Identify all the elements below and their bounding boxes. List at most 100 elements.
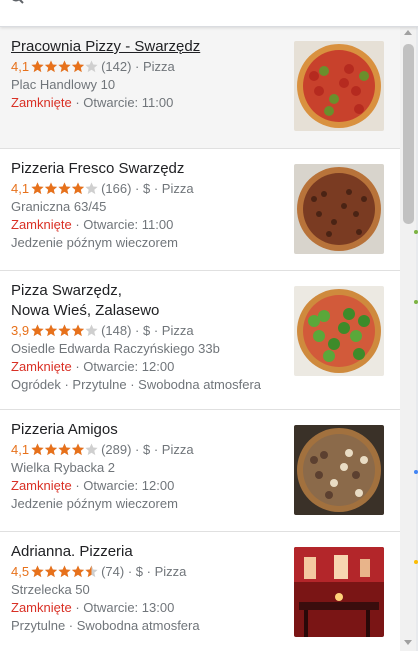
pizza-photo	[294, 286, 384, 376]
rating-line: 3,9 (148) · $ · Pizza	[11, 322, 281, 340]
scrollbar-thumb[interactable]	[403, 44, 414, 224]
amenities: Jedzenie późnym wieczorem	[11, 496, 178, 511]
rating-value: 4,1	[11, 442, 30, 457]
separator-dot: ·	[124, 564, 136, 579]
result-name[interactable]: Adrianna. Pizzeria	[11, 542, 281, 562]
price-level: $	[135, 564, 143, 579]
star-icon	[85, 60, 98, 73]
star-icon	[44, 324, 58, 337]
search-icon[interactable]	[10, 0, 24, 4]
pizza-photo	[294, 41, 384, 131]
star-icon	[44, 565, 58, 578]
result-name[interactable]: Pizzeria Fresco Swarzędz	[11, 159, 281, 179]
hours-line: Zamknięte · Otwarcie: 11:00	[11, 216, 281, 234]
result-name-line: Pizza Swarzędz,	[11, 282, 122, 299]
results-list[interactable]: Pracownia Pizzy - Swarzędz 4,1 (142) · Piz…	[0, 27, 400, 651]
star-icon	[58, 182, 71, 195]
category: Pizza	[154, 564, 187, 579]
result-thumbnail[interactable]	[294, 164, 384, 254]
rating-line: 4,1 (142) · Pizza	[11, 58, 281, 76]
separator-dot: ·	[131, 323, 143, 338]
hours-line: Zamknięte · Otwarcie: 12:00	[11, 477, 281, 495]
result-item[interactable]: Pizza Swarzędz, Nowa Wieś, Zalasewo 3,9 (14…	[0, 271, 400, 410]
star-icon	[85, 182, 98, 195]
result-item[interactable]: Pracownia Pizzy - Swarzędz 4,1 (142) · Piz…	[0, 27, 400, 149]
opening-time: Otwarcie: 12:00	[83, 359, 175, 374]
star-rating-icon	[31, 565, 98, 578]
scroll-up-arrow-icon[interactable]	[404, 30, 412, 35]
rating-line: 4,1 (289) · $ · Pizza	[11, 441, 281, 459]
result-thumbnail[interactable]	[294, 547, 384, 637]
separator-dot: ·	[71, 217, 84, 232]
open-status: Zamknięte	[11, 600, 72, 615]
map-marker	[414, 560, 418, 564]
star-icon	[31, 324, 44, 337]
result-name-line: Pizzeria Fresco Swarzędz	[11, 160, 185, 177]
result-thumbnail[interactable]	[294, 41, 384, 131]
address: Wielka Rybacka 2	[11, 460, 116, 475]
address: Plac Handlowy 10	[11, 77, 116, 92]
map-marker	[414, 300, 418, 304]
separator-dot: ·	[143, 564, 155, 579]
separator-dot: ·	[71, 359, 84, 374]
review-count: (142)	[101, 59, 132, 74]
star-icon	[31, 182, 44, 195]
restaurant-interior-photo	[294, 547, 384, 637]
amenities: Ogródek · Przytulne · Swobodna atmosfera	[11, 377, 262, 392]
result-text: Pracownia Pizzy - Swarzędz 4,1 (142) · Piz…	[11, 37, 281, 112]
address: Osiedle Edwarda Raczyńskiego 33b	[11, 341, 220, 356]
star-icon	[44, 60, 58, 73]
result-name[interactable]: Pizza Swarzędz, Nowa Wieś, Zalasewo	[11, 281, 281, 321]
star-icon	[71, 324, 85, 337]
result-item[interactable]: Pizzeria Amigos 4,1 (289) · $ · Pizza Wielk…	[0, 410, 400, 532]
separator-dot: ·	[150, 323, 162, 338]
result-item[interactable]: Pizzeria Fresco Swarzędz 4,1 (166) · $ · P…	[0, 149, 400, 271]
result-item[interactable]: Adrianna. Pizzeria 4,5 (74) · $ · Pizza Str…	[0, 532, 400, 651]
star-icon	[58, 565, 71, 578]
result-name-line: Adrianna. Pizzeria	[11, 543, 133, 560]
category: Pizza	[161, 181, 194, 196]
address: Strzelecka 50	[11, 582, 90, 597]
amenities: Jedzenie późnym wieczorem	[11, 235, 178, 250]
star-icon	[71, 60, 85, 73]
map-marker	[414, 470, 418, 474]
review-count: (148)	[101, 323, 132, 338]
opening-time: Otwarcie: 12:00	[83, 478, 175, 493]
star-icon	[71, 182, 85, 195]
opening-time: Otwarcie: 11:00	[83, 95, 174, 110]
hours-line: Zamknięte · Otwarcie: 13:00	[11, 599, 281, 617]
result-name[interactable]: Pizzeria Amigos	[11, 420, 281, 440]
result-name-line: Nowa Wieś, Zalasewo	[11, 302, 160, 319]
rating-value: 4,5	[11, 564, 30, 579]
opening-time: Otwarcie: 11:00	[83, 217, 174, 232]
rating-line: 4,1 (166) · $ · Pizza	[11, 180, 281, 198]
separator-dot: ·	[131, 181, 143, 196]
result-text: Adrianna. Pizzeria 4,5 (74) · $ · Pizza Str…	[11, 542, 281, 635]
review-count: (289)	[101, 442, 132, 457]
star-icon	[85, 565, 98, 578]
separator-dot: ·	[71, 600, 84, 615]
category: Pizza	[143, 59, 175, 74]
star-rating-icon	[31, 60, 98, 73]
result-thumbnail[interactable]	[294, 425, 384, 515]
scroll-down-arrow-icon[interactable]	[404, 640, 412, 645]
opening-time: Otwarcie: 13:00	[83, 600, 175, 615]
result-text: Pizzeria Fresco Swarzędz 4,1 (166) · $ · P…	[11, 159, 281, 252]
separator-dot: ·	[131, 59, 143, 74]
rating-line: 4,5 (74) · $ · Pizza	[11, 563, 281, 581]
category: Pizza	[161, 323, 194, 338]
star-rating-icon	[31, 182, 98, 195]
result-name-line: Pracownia Pizzy - Swarzędz	[11, 38, 201, 55]
star-icon	[85, 324, 98, 337]
star-rating-icon	[31, 443, 98, 456]
rating-value: 3,9	[11, 323, 30, 338]
result-thumbnail[interactable]	[294, 286, 384, 376]
search-bar[interactable]	[0, 0, 418, 27]
result-name[interactable]: Pracownia Pizzy - Swarzędz	[11, 37, 281, 57]
hours-line: Zamknięte · Otwarcie: 12:00	[11, 358, 281, 376]
star-icon	[58, 443, 71, 456]
separator-dot: ·	[131, 442, 143, 457]
star-icon	[58, 60, 71, 73]
rating-value: 4,1	[11, 59, 30, 74]
star-icon	[85, 443, 98, 456]
